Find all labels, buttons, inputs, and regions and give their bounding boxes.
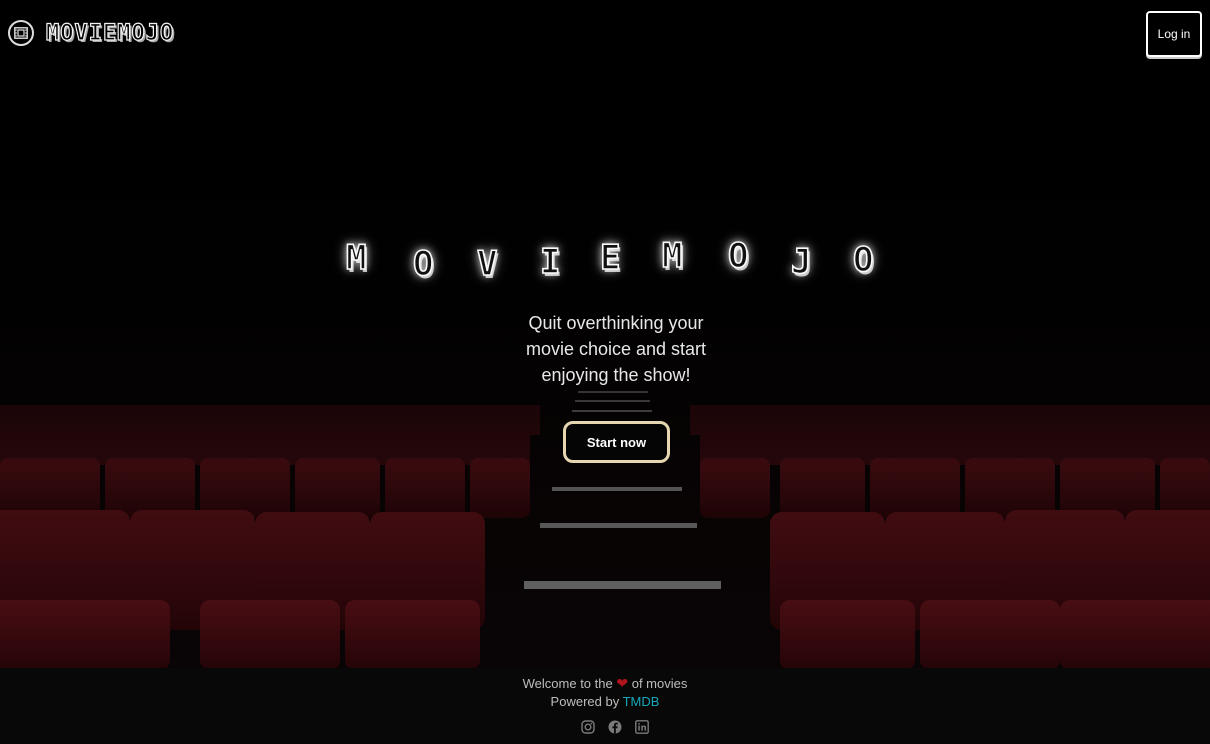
instagram-icon[interactable] [581, 720, 595, 734]
footer: Welcome to the ❤ of movies Powered by TM… [0, 668, 1210, 744]
title-letter: E [599, 237, 621, 279]
footer-powered-by: Powered by TMDB [0, 694, 1210, 709]
login-button[interactable]: Log in [1146, 11, 1202, 57]
heart-icon: ❤ [616, 675, 629, 691]
title-letter: M [661, 235, 683, 277]
brand-logo[interactable]: MOVIEMOJO [8, 20, 174, 46]
welcome-suffix: of movies [631, 676, 688, 691]
facebook-icon[interactable] [608, 720, 622, 734]
top-bar: MOVIEMOJO Log in [0, 0, 1210, 66]
title-letter: J [790, 241, 812, 283]
title-letter: V [476, 243, 498, 285]
welcome-prefix: Welcome to the [522, 676, 613, 691]
social-links [581, 720, 649, 734]
film-icon [8, 20, 34, 46]
hero-tagline: Quit overthinking your movie choice and … [525, 313, 707, 385]
tmdb-link[interactable]: TMDB [623, 694, 660, 709]
start-now-button[interactable]: Start now [563, 421, 670, 463]
linkedin-icon[interactable] [635, 720, 649, 734]
footer-welcome: Welcome to the ❤ of movies [0, 675, 1210, 692]
title-letter: O [852, 239, 874, 281]
hero-title: M O V I E M O J O [0, 230, 1210, 290]
brand-name: MOVIEMOJO [45, 20, 175, 46]
title-letter: O [727, 235, 749, 277]
title-letter: O [412, 243, 434, 285]
powered-by-label: Powered by [550, 694, 620, 709]
title-letter: M [345, 237, 367, 279]
title-letter: I [539, 241, 561, 283]
